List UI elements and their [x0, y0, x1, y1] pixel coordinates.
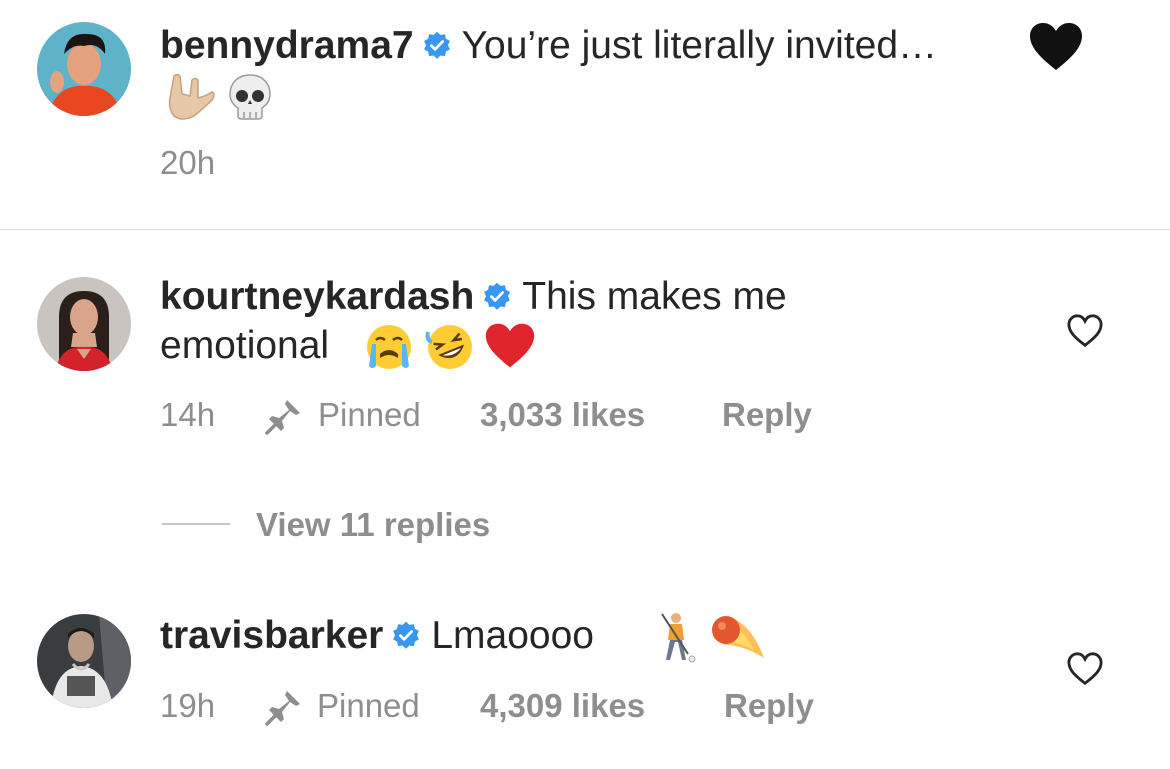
- avatar-bennydrama7[interactable]: [37, 22, 131, 116]
- red-heart-emoji: [485, 323, 535, 368]
- pin-icon: [265, 691, 300, 726]
- golfer-emoji: [661, 613, 696, 663]
- heart-outline-icon[interactable]: [1066, 313, 1104, 349]
- comment-line-1: bennydrama7 You’re just literally invited…: [160, 22, 937, 70]
- pin-icon: [265, 400, 300, 435]
- comment-text: You’re just literally invited…: [461, 24, 938, 67]
- reply-button[interactable]: Reply: [724, 686, 814, 726]
- avatar-kourtneykardash[interactable]: [37, 277, 131, 371]
- like-count[interactable]: 4,309 likes: [480, 686, 645, 726]
- view-replies-button[interactable]: View 11 replies: [256, 505, 490, 545]
- username-bennydrama7[interactable]: bennydrama7: [160, 24, 414, 67]
- username-kourtneykardash[interactable]: kourtneykardash: [160, 275, 474, 318]
- username-travisbarker[interactable]: travisbarker: [160, 614, 383, 657]
- verified-badge-icon: [393, 621, 420, 649]
- heart-outline-icon[interactable]: [1066, 651, 1104, 687]
- comment-text: Lmaoooo: [431, 614, 594, 657]
- rolling-laughing-emoji: [425, 325, 472, 369]
- rock-on-hand-emoji: [168, 73, 215, 120]
- pinned-label: Pinned: [318, 396, 421, 433]
- avatar-travisbarker[interactable]: [37, 614, 131, 708]
- verified-badge-icon: [484, 282, 511, 310]
- reply-button[interactable]: Reply: [722, 395, 812, 435]
- comment-text-line1: This makes me: [522, 275, 787, 318]
- comment-line-2a: kourtneykardash This makes me: [160, 273, 787, 321]
- comment-line-2b: emotional: [160, 322, 329, 370]
- comment-time: 20h: [160, 144, 216, 181]
- divider: [0, 229, 1170, 230]
- verified-badge-icon: [423, 31, 450, 59]
- crying-face-emoji: [367, 325, 411, 369]
- pinned-label: Pinned: [317, 687, 420, 724]
- skull-emoji: [229, 74, 271, 120]
- comment-line-3: travisbarker Lmaoooo: [160, 612, 594, 660]
- comments-view: bennydrama7 You’re just literally invited…: [0, 0, 1170, 769]
- comment-time: 14h: [160, 396, 216, 433]
- comment-time: 19h: [160, 687, 216, 724]
- comet-emoji: [712, 616, 764, 658]
- comment-text-line2: emotional: [160, 324, 330, 367]
- replies-divider-line: [162, 523, 230, 525]
- black-heart-emoji: [1030, 23, 1082, 70]
- like-count[interactable]: 3,033 likes: [480, 395, 645, 435]
